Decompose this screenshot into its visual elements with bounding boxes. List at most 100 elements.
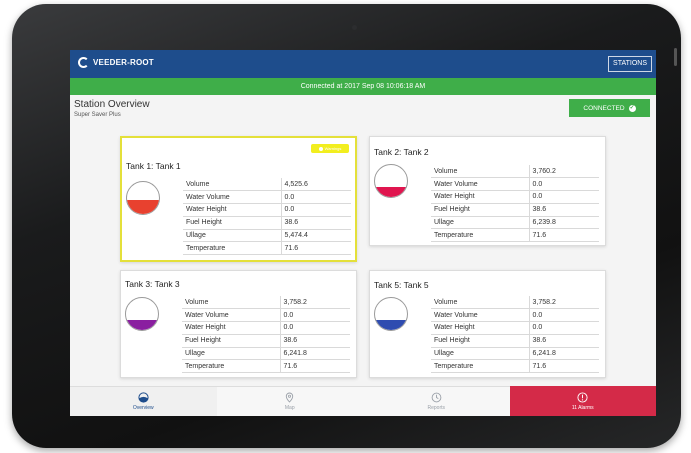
table-row: Water Volume 0.0 xyxy=(183,190,351,205)
tank-fuel-fill xyxy=(375,186,407,197)
nav-overview-label: Overview xyxy=(132,405,154,411)
tank-gauge xyxy=(126,181,160,215)
brand-logo: VEEDER-ROOT xyxy=(78,57,154,68)
nav-alarms[interactable]: 11 Alarms xyxy=(509,386,656,416)
tank-readings-table: Volume 3,758.2 Water Volume 0.0 Water Heig… xyxy=(182,296,350,374)
reading-value: 71.6 xyxy=(280,359,350,374)
reading-label: Fuel Height xyxy=(431,203,530,217)
tablet-frame: VEEDER-ROOT STATIONS Connected at 2017 S… xyxy=(12,4,681,448)
app-screen: VEEDER-ROOT STATIONS Connected at 2017 S… xyxy=(70,50,656,416)
warning-badge-label: Warnings xyxy=(324,146,342,151)
reading-value: 6,241.8 xyxy=(529,347,599,361)
nav-reports[interactable]: Reports xyxy=(363,386,510,416)
table-row: Volume 3,758.2 xyxy=(431,296,599,310)
tank-readings-table: Volume 4,525.6 Water Volume 0.0 Water Heig… xyxy=(183,178,351,256)
nav-overview[interactable]: Overview xyxy=(70,386,217,416)
reading-value: 4,525.6 xyxy=(281,178,351,192)
reading-value: 3,758.2 xyxy=(280,296,350,310)
nav-map-label: Map xyxy=(284,405,295,411)
reading-label: Water Height xyxy=(182,321,281,335)
reading-label: Water Height xyxy=(183,203,282,217)
table-row: Fuel Height 38.6 xyxy=(183,216,351,230)
reading-value: 38.6 xyxy=(280,334,350,348)
reading-value: 0.0 xyxy=(529,177,599,192)
reading-value: 38.6 xyxy=(529,334,599,348)
tank-fuel-fill xyxy=(127,199,159,214)
top-bar: VEEDER-ROOT STATIONS xyxy=(70,50,656,78)
tank-title: Tank 3: Tank 3 xyxy=(125,279,180,289)
station-name: Super Saver Plus xyxy=(74,112,121,118)
tank-title: Tank 1: Tank 1 xyxy=(126,161,181,171)
table-row: Ullage 5,474.4 xyxy=(183,229,351,243)
tank-card-2[interactable]: Tank 2: Tank 2 Volume 3,760.2 Water Volum… xyxy=(369,136,606,246)
table-row: Water Height 0.0 xyxy=(183,203,351,217)
connected-button[interactable]: CONNECTED ✓ xyxy=(569,99,650,117)
table-row: Ullage 6,239.8 xyxy=(431,216,599,230)
reading-value: 3,758.2 xyxy=(529,296,599,310)
reading-label: Water Volume xyxy=(183,190,282,205)
reading-label: Temperature xyxy=(183,241,282,256)
reading-value: 0.0 xyxy=(529,321,599,335)
table-row: Water Height 0.0 xyxy=(431,321,599,335)
tank-card-1[interactable]: Tank 1: Tank 1 Warnings Volume 4,525.6 Wa… xyxy=(120,136,357,262)
table-row: Ullage 6,241.8 xyxy=(431,347,599,361)
tank-title: Tank 2: Tank 2 xyxy=(374,147,429,157)
table-row: Fuel Height 38.6 xyxy=(431,203,599,217)
reading-label: Water Height xyxy=(431,321,530,335)
connection-status-bar: Connected at 2017 Sep 08 10:06:18 AM xyxy=(70,78,656,95)
page-title: Station Overview xyxy=(74,99,150,110)
table-row: Temperature 71.6 xyxy=(182,359,350,374)
reading-label: Water Volume xyxy=(182,308,281,323)
reading-label: Temperature xyxy=(431,359,530,374)
bottom-navigation: Overview Map Reports 11 Alarms xyxy=(70,386,656,416)
reading-label: Fuel Height xyxy=(431,334,530,348)
table-row: Fuel Height 38.6 xyxy=(182,334,350,348)
reading-label: Temperature xyxy=(431,228,530,243)
check-circle-icon: ✓ xyxy=(628,104,636,112)
nav-map[interactable]: Map xyxy=(216,386,363,416)
table-row: Water Height 0.0 xyxy=(182,321,350,335)
nav-reports-label: Reports xyxy=(427,405,445,411)
map-pin-icon xyxy=(284,392,295,403)
table-row: Water Volume 0.0 xyxy=(431,177,599,192)
connected-label: CONNECTED xyxy=(583,104,625,112)
tank-card-3[interactable]: Tank 3: Tank 3 Volume 3,758.2 Water Volum… xyxy=(120,270,357,378)
tank-card-5[interactable]: Tank 5: Tank 5 Volume 3,758.2 Water Volum… xyxy=(369,270,606,378)
reading-label: Ullage xyxy=(183,229,282,243)
table-row: Volume 3,760.2 xyxy=(431,165,599,179)
tank-gauge xyxy=(125,297,159,331)
reading-label: Water Volume xyxy=(431,308,530,323)
reading-value: 5,474.4 xyxy=(281,229,351,243)
warning-icon xyxy=(318,146,323,151)
reading-value: 0.0 xyxy=(280,308,350,323)
tank-gauge xyxy=(374,297,408,331)
table-row: Temperature 71.6 xyxy=(183,241,351,256)
reading-value: 3,760.2 xyxy=(529,165,599,179)
table-row: Fuel Height 38.6 xyxy=(431,334,599,348)
reading-label: Ullage xyxy=(431,216,530,230)
table-row: Water Volume 0.0 xyxy=(182,308,350,323)
reading-value: 0.0 xyxy=(281,203,351,217)
reading-label: Volume xyxy=(183,178,282,192)
reading-label: Fuel Height xyxy=(183,216,282,230)
reading-label: Volume xyxy=(431,165,530,179)
tank-title: Tank 5: Tank 5 xyxy=(374,280,429,290)
reading-value: 38.6 xyxy=(529,203,599,217)
tank-fuel-fill xyxy=(126,319,158,330)
table-row: Volume 3,758.2 xyxy=(182,296,350,310)
stations-button[interactable]: STATIONS xyxy=(608,56,652,72)
reading-value: 0.0 xyxy=(280,321,350,335)
reading-label: Ullage xyxy=(431,347,530,361)
reading-value: 71.6 xyxy=(529,359,599,374)
tablet-side-button xyxy=(674,48,677,66)
table-row: Ullage 6,241.8 xyxy=(182,347,350,361)
reading-label: Water Volume xyxy=(431,177,530,192)
reading-value: 6,241.8 xyxy=(280,347,350,361)
overview-header: Station Overview Super Saver Plus xyxy=(74,99,150,118)
brand-logo-icon xyxy=(78,57,89,68)
table-row: Water Volume 0.0 xyxy=(431,308,599,323)
clock-icon xyxy=(431,392,442,403)
reading-value: 0.0 xyxy=(529,308,599,323)
table-row: Water Height 0.0 xyxy=(431,190,599,204)
warning-badge: Warnings xyxy=(311,144,349,153)
